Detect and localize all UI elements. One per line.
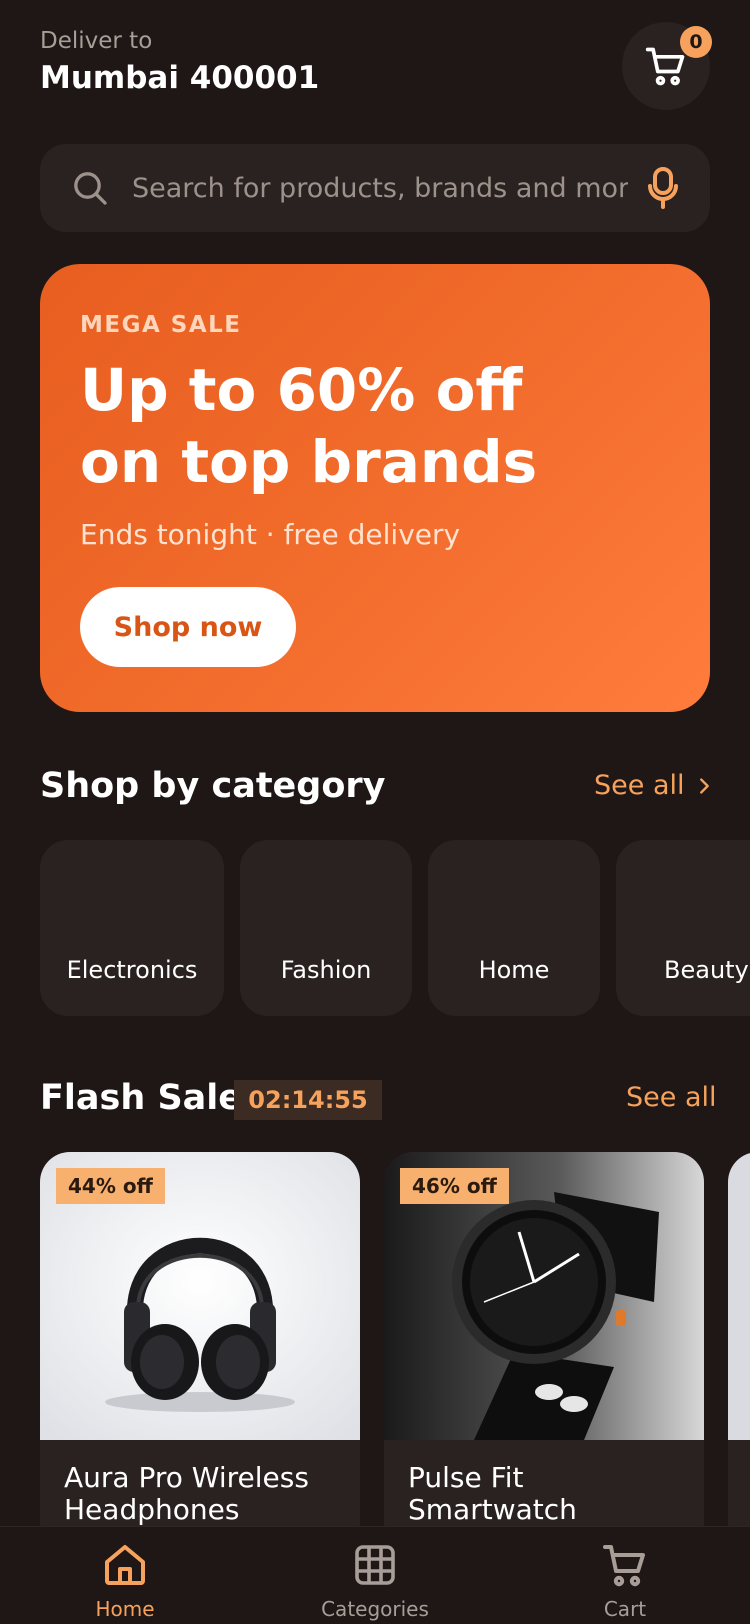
category-label: Home [478,956,550,984]
categories-see-all-link[interactable]: See all [594,770,715,801]
see-all-label: See all [594,770,685,801]
cart-icon [603,1545,645,1587]
banner-title-line-2: on top brands [80,428,538,496]
banner-title-line-1: Up to 60% off [80,356,523,424]
banner-kicker: MEGA SALE [80,312,242,338]
shop-now-button[interactable]: Shop now [80,587,296,667]
chevron-right-icon [699,777,709,794]
banner-title: Up to 60% off on top brands [80,354,670,498]
flash-sale-title: Flash Sale [40,1078,243,1118]
flash-sale-timer: 02:14:55 [234,1080,382,1120]
category-list: Electronics Fashion Home Beauty [40,840,750,1016]
product-name: Pulse Fit Smartwatch [408,1461,577,1526]
nav-label: Home [95,1597,155,1621]
microphone-icon[interactable] [646,166,680,210]
category-electronics[interactable]: Electronics [40,840,224,1016]
nav-home[interactable]: Home [55,1541,195,1621]
nav-label: Categories [321,1597,429,1621]
discount-badge: 44% off [56,1168,165,1204]
delivery-location[interactable]: Deliver to Mumbai 400001 [40,28,319,96]
cart-button[interactable]: 0 [622,22,712,110]
category-label: Fashion [280,956,372,984]
promo-banner[interactable]: MEGA SALE Up to 60% off on top brands En… [40,264,710,712]
discount-badge: 46% off [400,1168,509,1204]
search-input[interactable] [132,172,628,204]
deliver-to-label: Deliver to [40,28,153,54]
banner-subtitle: Ends tonight · free delivery [80,518,461,551]
delivery-location-value[interactable]: Mumbai 400001 [40,60,319,96]
search-bar[interactable] [40,144,710,232]
category-fashion[interactable]: Fashion [240,840,412,1016]
product-card[interactable]: 46% off Pulse Fit Smartwatch [384,1152,704,1552]
flash-sale-see-all-link[interactable]: See all [626,1082,717,1113]
app-screen: Deliver to Mumbai 400001 0 MEGA SALE Up … [0,0,750,1624]
nav-categories[interactable]: Categories [305,1541,445,1621]
product-card[interactable] [728,1152,750,1552]
category-section-title: Shop by category [40,766,386,806]
home-icon [105,1545,145,1585]
bottom-navigation: Home Categories Cart [0,1526,750,1624]
cart-count-badge: 0 [680,26,712,58]
category-beauty[interactable]: Beauty [616,840,750,1016]
category-home[interactable]: Home [428,840,600,1016]
nav-cart[interactable]: Cart [555,1541,695,1621]
search-icon [74,172,107,205]
grid-icon [355,1545,395,1585]
category-label: Electronics [66,956,198,984]
product-card[interactable]: 44% off Aura Pro Wireless Headphones [40,1152,360,1552]
product-image-placeholder [728,1152,750,1440]
category-label: Beauty [664,956,749,984]
cart-icon [645,47,685,86]
product-name: Aura Pro Wireless Headphones [64,1461,309,1526]
nav-label: Cart [603,1597,647,1621]
